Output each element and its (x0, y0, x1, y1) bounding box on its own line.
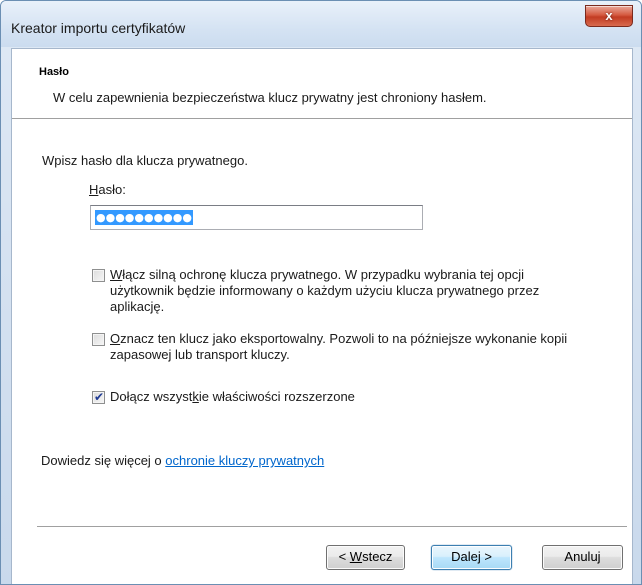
back-button-mnemonic: W (349, 549, 363, 564)
password-label: Hasło: (89, 182, 126, 197)
back-button-label: stecz (362, 549, 393, 564)
title-bar[interactable]: Kreator importu certyfikatów x (1, 1, 641, 47)
extended-properties-label: Dołącz wszystkie właściwości rozszerzone (110, 389, 590, 405)
exportable-mnemonic: O (110, 331, 121, 346)
window-title: Kreator importu certyfikatów (11, 20, 186, 36)
exportable-label: Oznacz ten klucz jako eksportowalny. Poz… (110, 331, 590, 363)
extended-properties-checkbox[interactable]: ✔ (92, 390, 105, 404)
footer-divider (37, 526, 627, 528)
learn-more-text: Dowiedz się więcej o ochronie kluczy pry… (41, 453, 324, 468)
extended-properties-label-prefix: Dołącz wszyst (110, 389, 193, 404)
close-icon: x (605, 8, 613, 23)
learn-more-link[interactable]: ochronie kluczy prywatnych (165, 453, 324, 468)
password-prompt: Wpisz hasło dla klucza prywatnego. (42, 153, 248, 168)
exportable-checkbox[interactable] (92, 333, 105, 346)
back-button[interactable]: < Wstecz (326, 545, 405, 570)
strong-protection-label-text: łącz silną ochronę klucza prywatnego. W … (110, 267, 540, 314)
page-description: W celu zapewnienia bezpieczeństwa klucz … (53, 90, 487, 105)
checkmark-icon: ✔ (94, 390, 105, 404)
cancel-button[interactable]: Anuluj (542, 545, 623, 570)
password-value: ●●●●●●●●●● (95, 210, 193, 225)
exportable-label-text: znacz ten klucz jako eksportowalny. Pozw… (110, 331, 568, 362)
learn-more-prefix: Dowiedz się więcej o (41, 453, 166, 468)
close-button[interactable]: x (585, 5, 633, 27)
import-wizard-window: Kreator importu certyfikatów x Hasło W c… (0, 0, 642, 585)
strong-protection-checkbox[interactable] (92, 269, 105, 282)
back-button-prefix: < (338, 549, 350, 564)
next-button[interactable]: Dalej > (431, 545, 512, 570)
password-label-mnemonic: H (89, 182, 99, 197)
password-input[interactable]: ●●●●●●●●●● (90, 205, 423, 230)
strong-protection-mnemonic: W (110, 267, 123, 282)
header-divider (12, 118, 632, 120)
password-label-text: asło: (98, 182, 126, 197)
wizard-page: Hasło W celu zapewnienia bezpieczeństwa … (11, 48, 633, 584)
wizard-header: Hasło W celu zapewnienia bezpieczeństwa … (12, 49, 632, 119)
strong-protection-label: Włącz silną ochronę klucza prywatnego. W… (110, 267, 590, 315)
extended-properties-label-text: ie właściwości rozszerzone (198, 389, 355, 404)
page-title: Hasło (39, 66, 69, 78)
